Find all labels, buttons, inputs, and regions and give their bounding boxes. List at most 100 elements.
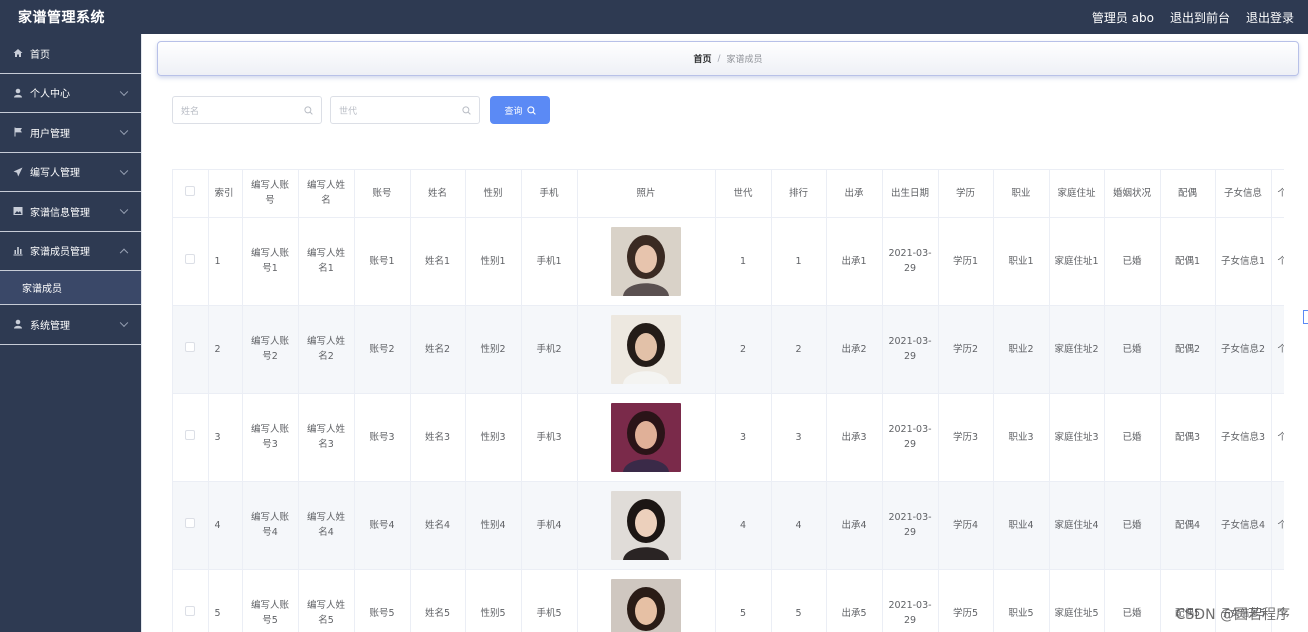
cell-photo [577,217,716,306]
sidebar-item-system-management[interactable]: 系统管理 [0,305,141,345]
portrait-image [611,226,681,296]
cell-origin: 出承4 [826,481,883,570]
cell-name: 姓名2 [410,305,466,394]
cell-photo [577,393,716,482]
sidebar-item-genealogy-info-management[interactable]: 家谱信息管理 [0,192,141,232]
column-header: 出生日期 [882,170,939,218]
cell-writer-account: 编写人账号5 [242,569,299,632]
cell-account: 账号3 [354,393,411,482]
cell-address: 家庭住址4 [1049,481,1105,570]
members-table: 索引 编写人账号 编写人姓名 账号 姓名 性别 手机 照片 世代 排行 出承 出… [172,169,1284,632]
cell-rank: 1 [771,217,827,306]
sidebar-item-label: 首页 [30,49,50,61]
search-icon [304,105,313,115]
query-button[interactable]: 查询 [490,96,550,124]
row-checkbox-cell[interactable] [173,393,209,482]
checkbox[interactable] [185,253,196,264]
row-checkbox-cell[interactable] [173,569,209,632]
cell-phone: 手机2 [521,305,578,394]
column-header: 学历 [938,170,994,218]
cell-origin: 出承1 [826,217,883,306]
user-icon [12,87,24,99]
cell-gender: 性别3 [465,393,522,482]
cell-children: 子女信息1 [1215,217,1272,306]
cell-account: 账号4 [354,481,411,570]
sidebar-subitem-genealogy-members[interactable]: 家谱成员 [0,271,141,305]
column-header: 个 [1271,170,1284,218]
cell-more: 个 [1271,393,1284,482]
member-photo[interactable] [611,490,681,560]
top-bar: 家谱管理系统 管理员 abo 退出到前台 退出登录 [0,0,1308,34]
cell-education: 学历1 [938,217,994,306]
column-header: 账号 [354,170,411,218]
cell-education: 学历5 [938,569,994,632]
cell-origin: 出承5 [826,569,883,632]
logout-link[interactable]: 退出登录 [1246,9,1294,26]
cell-rank: 4 [771,481,827,570]
sidebar-item-label: 个人中心 [30,89,70,101]
user-icon [12,318,24,330]
search-icon [526,105,536,115]
cell-index: 3 [208,393,243,482]
cell-gender: 性别4 [465,481,522,570]
cell-rank: 5 [771,569,827,632]
sidebar-item-home[interactable]: 首页 [0,34,141,74]
sidebar-item-user-management[interactable]: 用户管理 [0,113,141,153]
name-search-input[interactable]: 姓名 [172,96,322,124]
cell-origin: 出承3 [826,393,883,482]
sidebar-item-label: 系统管理 [30,320,70,332]
cell-name: 姓名1 [410,217,466,306]
member-photo[interactable] [611,226,681,296]
sidebar-item-genealogy-member-management[interactable]: 家谱成员管理 [0,232,141,271]
table-row[interactable]: 1 编写人账号1 编写人姓名1 账号1 姓名1 性别1 手机1 1 1 出承1 … [173,217,1284,306]
generation-search-input[interactable]: 世代 [330,96,480,124]
cell-generation: 5 [715,569,772,632]
cell-spouse: 配偶4 [1160,481,1216,570]
cell-generation: 4 [715,481,772,570]
cell-marital-status: 已婚 [1104,217,1161,306]
column-header: 手机 [521,170,578,218]
breadcrumb-home[interactable]: 首页 [693,52,711,65]
member-photo[interactable] [611,578,681,632]
checkbox[interactable] [185,341,196,352]
search-icon [462,105,471,115]
cell-index: 5 [208,569,243,632]
select-all-checkbox-cell[interactable] [173,170,209,218]
table-row[interactable]: 2 编写人账号2 编写人姓名2 账号2 姓名2 性别2 手机2 2 2 出承2 … [173,305,1284,394]
table-row[interactable]: 5 编写人账号5 编写人姓名5 账号5 姓名5 性别5 手机5 5 5 出承5 … [173,569,1284,632]
sidebar-item-label: 编写人管理 [30,168,80,180]
send-icon [12,166,24,178]
cell-birth-date: 2021-03-29 [882,569,939,632]
cell-photo [577,569,716,632]
cell-writer-account: 编写人账号3 [242,393,299,482]
sidebar-item-writer-management[interactable]: 编写人管理 [0,153,141,192]
column-header: 索引 [208,170,243,218]
cell-job: 职业4 [993,481,1050,570]
sidebar-item-personal-center[interactable]: 个人中心 [0,74,141,113]
main-content: 首页 / 家谱成员 姓名 世代 查询 索引 编写人账号 编写人姓名 账号 姓名 … [141,34,1308,632]
chevron-down-icon [119,318,129,328]
back-to-front-link[interactable]: 退出到前台 [1170,9,1230,26]
table-row[interactable]: 4 编写人账号4 编写人姓名4 账号4 姓名4 性别4 手机4 4 4 出承4 … [173,481,1284,570]
cell-name: 姓名3 [410,393,466,482]
cell-generation: 1 [715,217,772,306]
member-photo[interactable] [611,314,681,384]
search-row: 姓名 世代 查询 [172,96,550,124]
checkbox[interactable] [185,517,196,528]
cell-rank: 3 [771,393,827,482]
cell-phone: 手机3 [521,393,578,482]
row-checkbox-cell[interactable] [173,217,209,306]
cell-more: 个 [1271,217,1284,306]
checkbox[interactable] [185,429,196,440]
member-photo[interactable] [611,402,681,472]
row-checkbox-cell[interactable] [173,481,209,570]
checkbox[interactable] [185,605,196,616]
side-drawer-tab[interactable] [1303,310,1308,324]
cell-writer-name: 编写人姓名5 [298,569,355,632]
cell-birth-date: 2021-03-29 [882,393,939,482]
cell-address: 家庭住址3 [1049,393,1105,482]
row-checkbox-cell[interactable] [173,305,209,394]
picture-icon [12,205,24,217]
checkbox[interactable] [185,185,196,196]
table-row[interactable]: 3 编写人账号3 编写人姓名3 账号3 姓名3 性别3 手机3 3 3 出承3 … [173,393,1284,482]
